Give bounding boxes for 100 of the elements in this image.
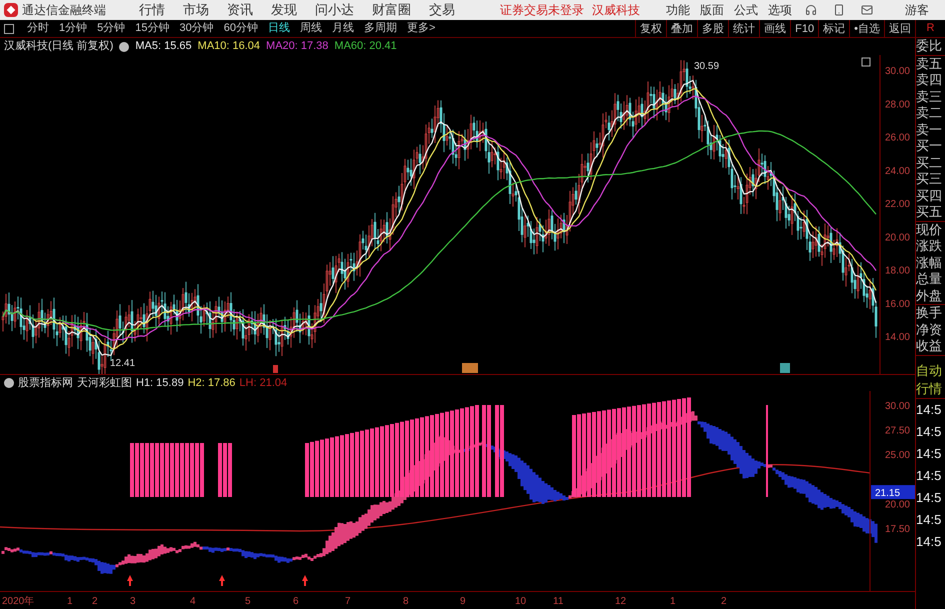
app-title: 通达信金融终端 [22,2,106,19]
period-tab[interactable]: 月线 [327,20,359,37]
low-price-label: 12.41 [110,358,136,369]
indicator-source: 股票指标网 [18,376,73,391]
stock-link[interactable]: 汉威科技 [592,1,640,19]
axis-label: 8 [403,596,409,607]
period-tab[interactable]: 5分钟 [92,20,130,37]
axis-label: 14.00 [884,332,910,343]
axis-label: 11 [553,596,564,607]
quote-field-label: 卖一 [916,122,943,138]
quote-field-label: 买一 [916,138,943,154]
axis-label: 28.00 [884,99,910,110]
period-tab[interactable]: 60分钟 [218,20,263,37]
axis-label: 3 [130,596,136,607]
axis-label: 20.00 [884,232,910,244]
toolbar-button[interactable]: 多股 [697,20,728,38]
period-tab[interactable]: 分时 [22,20,54,37]
period-tab[interactable]: 周线 [295,20,327,37]
menu-item[interactable]: 发现 [262,0,306,20]
quote-field-label: 收益 [916,338,943,354]
quote-field-label: 卖三 [916,88,943,105]
menu-item[interactable]: 版面 [695,1,729,19]
axis-label: 27.50 [884,426,910,437]
menu-item[interactable]: 资讯 [218,0,262,20]
trade-time: 14:5 [916,400,942,418]
trade-time: 14:5 [916,466,942,484]
indicator-value: LH: 21.04 [239,376,288,391]
mail-icon[interactable] [861,4,873,16]
menu-item[interactable]: 选项 [763,1,797,19]
axis-label: 10 [515,596,526,607]
quote-field-label: 现价 [916,222,943,238]
event-marker-icon[interactable] [462,363,478,373]
axis-label: 6 [293,596,299,607]
axis-label: 16.00 [884,298,910,310]
menu-item[interactable]: 交易 [420,0,464,20]
mode-label[interactable]: 自动 [916,362,945,380]
buy-arrow-icon [127,575,133,586]
quote-field-label: 卖四 [916,72,943,88]
panel-toggle-icon[interactable] [4,24,14,34]
ma-value: MA10: 16.04 [198,39,260,54]
login-notice[interactable]: 证券交易未登录 [500,1,584,19]
period-tab[interactable]: 日线 [263,20,295,37]
toolbar-button[interactable]: •自选 [849,20,884,38]
menu-item[interactable]: 功能 [661,1,695,19]
toolbar-button[interactable]: 标记 [818,20,850,38]
menu-item[interactable]: 财富圈 [363,0,420,20]
trade-time: 14:5 [916,444,942,462]
axis-label: 18.00 [884,266,910,276]
axis-label: 22.00 [884,199,910,210]
axis-label: 30.00 [884,401,910,412]
phone-icon[interactable] [833,4,845,16]
axis-label: 26.00 [884,132,910,144]
quote-field-label: 买四 [916,188,943,204]
buy-arrow-icon [219,575,225,586]
mode-label[interactable]: 行情 [916,380,945,398]
axis-label: 7 [345,596,351,607]
quote-field-label: 买二 [916,154,943,171]
quote-field-label: 委比 [916,38,943,54]
user-name[interactable]: 游客 [905,1,929,19]
quote-field-label: 外盘 [916,288,943,304]
quote-field-label: 买五 [916,204,943,220]
quote-field-label: 卖二 [916,105,943,122]
indicator-value: H1: 15.89 [136,376,184,391]
quote-field-label: 换手 [916,305,943,322]
axis-label: 1 [670,596,676,607]
ma-value: MA60: 20.41 [334,39,397,54]
buy-arrow-icon [302,575,308,586]
axis-label: 17.50 [884,524,910,535]
ma-value: MA20: 17.38 [266,39,328,54]
menu-item[interactable]: 行情 [130,0,174,20]
toolbar-button[interactable]: 叠加 [666,20,698,38]
period-tab[interactable]: 多周期 [359,20,402,37]
indicator-name: 天河彩虹图 [77,376,132,391]
trade-time: 14:5 [916,532,942,550]
axis-label: 2 [721,596,727,607]
menu-item[interactable]: 公式 [729,1,763,19]
corner-label: R [915,20,945,37]
trade-time: 14:5 [916,422,942,440]
chart-title: 汉威科技(日线 前复权) [4,39,114,54]
axis-label: 1 [67,596,73,607]
event-marker-icon[interactable] [273,365,278,373]
period-tab[interactable]: 更多> [402,20,440,37]
quote-field-label: 卖五 [916,56,943,72]
headset-icon[interactable] [805,4,817,16]
axis-label: 12 [615,596,626,607]
toolbar-button[interactable]: 统计 [728,20,760,38]
high-price-label: 30.59 [694,61,720,72]
toolbar-button[interactable]: 返回 [884,20,915,38]
trade-time: 14:5 [916,510,942,528]
period-tab[interactable]: 15分钟 [130,20,174,37]
toolbar-button[interactable]: F10 [790,20,818,38]
menu-item[interactable]: 市场 [174,0,218,20]
period-tab[interactable]: 1分钟 [54,20,92,37]
toolbar-button[interactable]: 复权 [635,20,666,38]
period-tab[interactable]: 30分钟 [174,20,219,37]
quote-field-label: 净资 [916,322,943,338]
event-marker-icon[interactable] [780,363,790,373]
axis-label: 2 [92,596,98,607]
menu-item[interactable]: 问小达 [306,0,363,20]
toolbar-button[interactable]: 画线 [759,20,790,38]
